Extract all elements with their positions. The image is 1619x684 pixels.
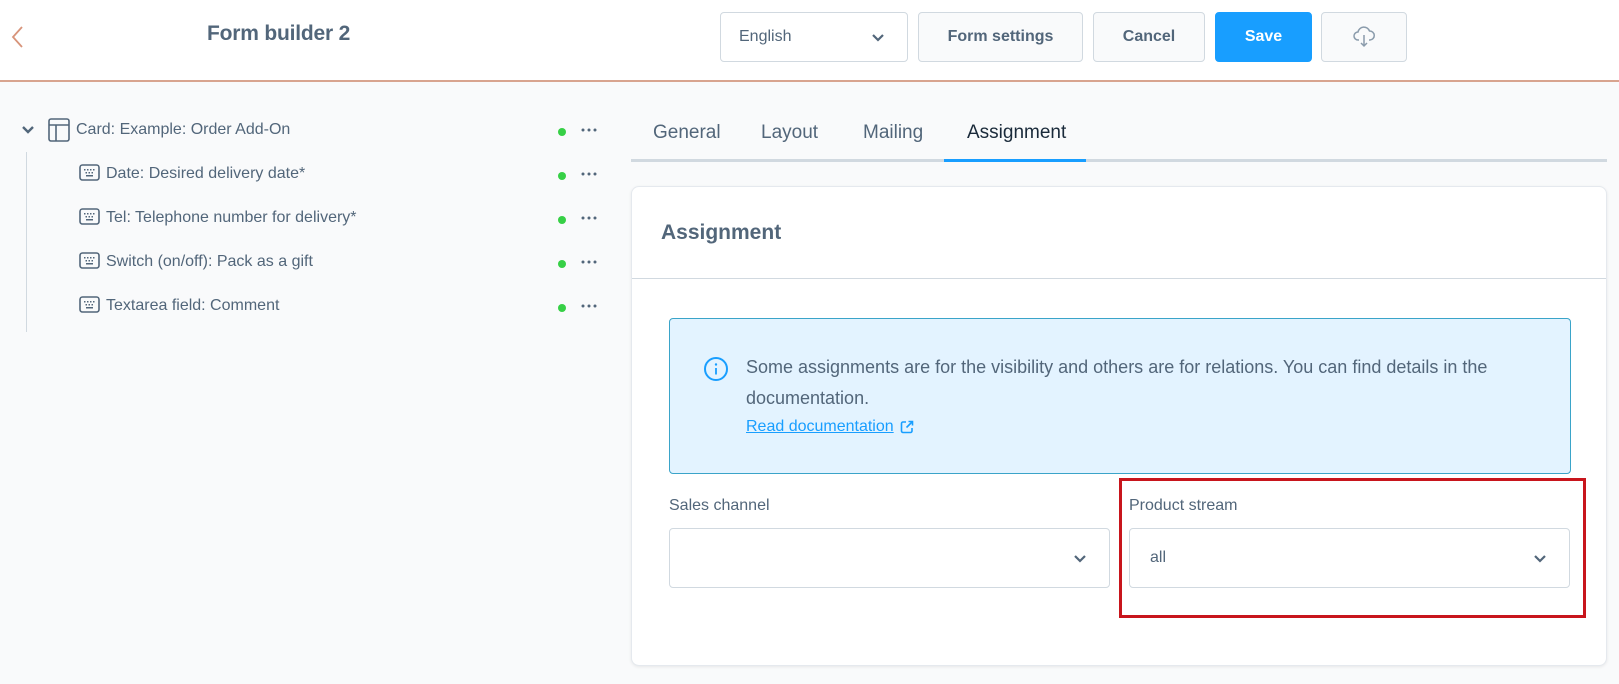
assignment-card: Assignment Some assignments are for the … bbox=[631, 186, 1607, 666]
tree-item[interactable]: Date: Desired delivery date* bbox=[0, 152, 610, 196]
tree-item-label: Tel: Telephone number for delivery* bbox=[106, 209, 357, 226]
status-active-dot bbox=[558, 216, 566, 224]
save-button[interactable]: Save bbox=[1215, 12, 1312, 62]
ellipsis-icon bbox=[581, 304, 597, 308]
more-options-button[interactable] bbox=[578, 250, 600, 274]
more-options-button[interactable] bbox=[578, 294, 600, 318]
product-stream-label: Product stream bbox=[1129, 497, 1238, 514]
chevron-down-icon bbox=[1534, 555, 1546, 563]
tab-bar: General Layout Mailing Assignment bbox=[631, 110, 1607, 162]
ellipsis-icon bbox=[581, 260, 597, 264]
tab-assignment[interactable]: Assignment bbox=[967, 122, 1066, 144]
keyboard-icon bbox=[79, 208, 100, 225]
ellipsis-icon bbox=[581, 172, 597, 176]
tree-item[interactable]: Tel: Telephone number for delivery* bbox=[0, 196, 610, 240]
tab-general[interactable]: General bbox=[653, 122, 721, 144]
more-options-button[interactable] bbox=[578, 118, 600, 142]
chevron-down-icon[interactable] bbox=[21, 124, 35, 136]
card-header: Assignment bbox=[632, 187, 1606, 279]
ellipsis-icon bbox=[581, 216, 597, 220]
language-value: English bbox=[739, 28, 792, 45]
keyboard-icon bbox=[79, 252, 100, 269]
page-title: Form builder 2 bbox=[207, 22, 351, 45]
chevron-down-icon bbox=[1074, 555, 1086, 563]
chevron-down-icon bbox=[872, 34, 884, 42]
status-active-dot bbox=[558, 128, 566, 136]
more-options-button[interactable] bbox=[578, 206, 600, 230]
sales-channel-select[interactable] bbox=[669, 528, 1110, 588]
active-tab-indicator bbox=[944, 159, 1086, 162]
product-stream-value: all bbox=[1150, 549, 1167, 566]
tree-item-label: Date: Desired delivery date* bbox=[106, 165, 306, 182]
tree-item-label: Switch (on/off): Pack as a gift bbox=[106, 253, 313, 270]
keyboard-icon bbox=[79, 296, 100, 313]
tree-item-label: Card: Example: Order Add-On bbox=[76, 121, 291, 138]
layout-card-icon bbox=[48, 118, 70, 142]
info-icon bbox=[704, 357, 728, 381]
alert-message: Some assignments are for the visibility … bbox=[746, 357, 1488, 408]
tree-item[interactable]: Textarea field: Comment bbox=[0, 284, 610, 328]
card-title: Assignment bbox=[661, 220, 782, 244]
tree-item-root[interactable]: Card: Example: Order Add-On bbox=[0, 108, 610, 152]
language-select[interactable]: English bbox=[720, 12, 908, 62]
info-alert: Some assignments are for the visibility … bbox=[669, 318, 1571, 474]
tree-item[interactable]: Switch (on/off): Pack as a gift bbox=[0, 240, 610, 284]
back-button[interactable] bbox=[8, 24, 28, 50]
product-stream-select[interactable]: all bbox=[1129, 528, 1570, 588]
keyboard-icon bbox=[79, 164, 100, 181]
more-options-button[interactable] bbox=[578, 162, 600, 186]
status-active-dot bbox=[558, 260, 566, 268]
external-link-icon bbox=[900, 420, 913, 434]
sales-channel-label: Sales channel bbox=[669, 497, 770, 514]
tree-item-label: Textarea field: Comment bbox=[106, 297, 280, 314]
tab-layout[interactable]: Layout bbox=[761, 122, 818, 144]
download-button[interactable] bbox=[1321, 12, 1407, 62]
ellipsis-icon bbox=[581, 128, 597, 132]
tab-mailing[interactable]: Mailing bbox=[863, 122, 923, 144]
top-bar: Form builder 2 English Form settings Can… bbox=[0, 0, 1619, 82]
status-active-dot bbox=[558, 304, 566, 312]
read-documentation-link[interactable]: Read documentation bbox=[746, 418, 914, 436]
chevron-left-icon bbox=[11, 26, 23, 48]
cloud-download-icon bbox=[1353, 26, 1375, 48]
cancel-button[interactable]: Cancel bbox=[1093, 12, 1205, 62]
form-settings-button[interactable]: Form settings bbox=[918, 12, 1083, 62]
read-documentation-label: Read documentation bbox=[746, 418, 894, 435]
status-active-dot bbox=[558, 172, 566, 180]
